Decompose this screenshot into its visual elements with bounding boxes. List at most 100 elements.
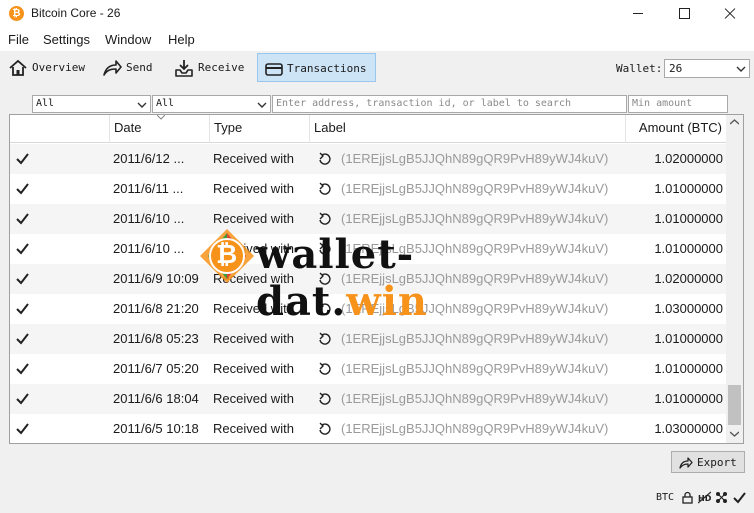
overview-label: Overview <box>32 61 85 74</box>
table-scrollbar[interactable] <box>726 115 743 443</box>
menu-window[interactable]: Window <box>105 32 151 47</box>
address-text: (1EREjjsLgB5JJQhN89gQR9PvH89yWJ4kuV) <box>341 331 609 346</box>
date-cell: 2011/6/5 10:18 <box>113 421 199 436</box>
confirmed-check-icon <box>16 393 29 405</box>
status-cell <box>10 144 110 174</box>
menu-file[interactable]: File <box>8 32 29 47</box>
status-cell <box>10 234 110 264</box>
type-cell: Received with <box>213 421 294 436</box>
scroll-down-icon[interactable] <box>730 431 739 437</box>
status-cell <box>10 264 110 294</box>
lock-icon[interactable] <box>681 491 694 504</box>
transactions-label: Transactions <box>287 62 367 75</box>
amount-cell: 1.03000000 <box>654 421 723 436</box>
receive-address-icon <box>319 392 331 405</box>
column-label[interactable]: Label <box>310 115 626 143</box>
receive-button[interactable]: Receive <box>168 53 248 82</box>
address-text: (1EREjjsLgB5JJQhN89gQR9PvH89yWJ4kuV) <box>341 151 609 166</box>
receive-address-icon <box>319 152 331 165</box>
home-icon <box>9 59 27 76</box>
date-cell: 2011/6/6 18:04 <box>113 391 199 406</box>
send-label: Send <box>126 61 153 74</box>
status-cell <box>10 324 110 354</box>
status-cell <box>10 354 110 384</box>
column-type[interactable]: Type <box>210 115 310 143</box>
address-text: (1EREjjsLgB5JJQhN89gQR9PvH89yWJ4kuV) <box>341 361 609 376</box>
table-header: Date Type Label Amount (BTC) <box>10 115 726 143</box>
overview-button[interactable]: Overview <box>2 53 86 82</box>
watermark-coin-glyph: ₿ <box>216 240 238 270</box>
status-cell <box>10 384 110 414</box>
table-row[interactable]: 2011/6/6 18:04 Received with (1EREjjsLgB5J… <box>10 384 726 414</box>
send-button[interactable]: Send <box>96 53 158 82</box>
amount-cell: 1.02000000 <box>654 271 723 286</box>
type-filter-select[interactable]: All <box>152 95 271 113</box>
amount-cell: 1.02000000 <box>654 151 723 166</box>
date-cell: 2011/6/11 ... <box>113 181 184 196</box>
unit-selector[interactable]: BTC <box>656 492 674 503</box>
amount-cell: 1.01000000 <box>654 211 723 226</box>
window-title: Bitcoin Core - 26 <box>31 6 121 20</box>
min-amount-input[interactable]: Min amount <box>628 95 728 113</box>
label-cell: (1EREjjsLgB5JJQhN89gQR9PvH89yWJ4kuV) <box>313 144 626 174</box>
date-filter-value: All <box>36 98 55 109</box>
status-cell <box>10 174 110 204</box>
column-status[interactable] <box>10 115 110 143</box>
amount-cell: 1.01000000 <box>654 181 723 196</box>
table-row[interactable]: 2011/6/7 05:20 Received with (1EREjjsLgB5J… <box>10 354 726 384</box>
network-icon[interactable] <box>715 491 728 504</box>
wallet-select-value: 26 <box>669 62 683 75</box>
date-cell: 2011/6/8 05:23 <box>113 331 199 346</box>
scroll-up-icon[interactable] <box>730 119 739 125</box>
menu-settings[interactable]: Settings <box>43 32 90 47</box>
search-input[interactable]: Enter address, transaction id, or label … <box>272 95 627 113</box>
confirmed-check-icon <box>16 213 29 225</box>
transactions-button[interactable]: Transactions <box>257 53 376 82</box>
confirmed-check-icon <box>16 153 29 165</box>
watermark-text: wallet-dat.win <box>256 231 570 325</box>
confirmed-check-icon <box>16 333 29 345</box>
status-cell <box>10 204 110 234</box>
type-filter-value: All <box>156 98 175 109</box>
confirmed-check-icon <box>16 303 29 315</box>
date-filter-select[interactable]: All <box>32 95 151 113</box>
close-button[interactable] <box>707 0 753 28</box>
table-row[interactable]: 2011/6/8 05:23 Received with (1EREjjsLgB5J… <box>10 324 726 354</box>
column-amount[interactable]: Amount (BTC) <box>626 115 726 143</box>
label-cell: (1EREjjsLgB5JJQhN89gQR9PvH89yWJ4kuV) <box>313 354 626 384</box>
label-cell: (1EREjjsLgB5JJQhN89gQR9PvH89yWJ4kuV) <box>313 324 626 354</box>
wallet-select[interactable]: 26 <box>664 59 750 78</box>
watermark-logo: ₿ wallet-dat.win <box>190 225 570 325</box>
export-button[interactable]: Export <box>671 451 745 473</box>
menu-help[interactable]: Help <box>168 32 195 47</box>
type-cell: Received with <box>213 391 294 406</box>
send-icon <box>103 60 122 76</box>
address-text: (1EREjjsLgB5JJQhN89gQR9PvH89yWJ4kuV) <box>341 421 609 436</box>
confirmed-check-icon <box>16 243 29 255</box>
table-row[interactable]: 2011/6/5 10:18 Received with (1EREjjsLgB5J… <box>10 414 726 443</box>
type-cell: Received with <box>213 181 294 196</box>
receive-address-icon <box>319 212 331 225</box>
amount-cell: 1.01000000 <box>654 241 723 256</box>
export-label: Export <box>697 456 737 469</box>
receive-address-icon <box>319 422 331 435</box>
receive-address-icon <box>319 182 331 195</box>
date-cell: 2011/6/12 ... <box>113 151 185 166</box>
minimize-button[interactable] <box>615 0 661 28</box>
wallet-label: Wallet: <box>616 62 663 75</box>
watermark-text-accent: win <box>346 278 429 325</box>
confirmed-check-icon <box>16 363 29 375</box>
table-row[interactable]: 2011/6/11 ... Received with (1EREjjsLgB5JJ… <box>10 174 726 204</box>
menu-bar: File Settings Window Help <box>0 28 754 51</box>
title-bar: ₿ Bitcoin Core - 26 <box>0 0 754 28</box>
amount-cell: 1.01000000 <box>654 331 723 346</box>
table-row[interactable]: 2011/6/12 ... Received with (1EREjjsLgB5JJ… <box>10 144 726 174</box>
sort-indicator-icon <box>157 115 165 120</box>
receive-address-icon <box>319 332 331 345</box>
confirmed-check-icon <box>16 423 29 435</box>
scrollbar-thumb[interactable] <box>728 385 741 425</box>
amount-cell: 1.01000000 <box>654 361 723 376</box>
synced-check-icon <box>733 492 746 504</box>
maximize-button[interactable] <box>661 0 707 28</box>
type-cell: Received with <box>213 331 294 346</box>
